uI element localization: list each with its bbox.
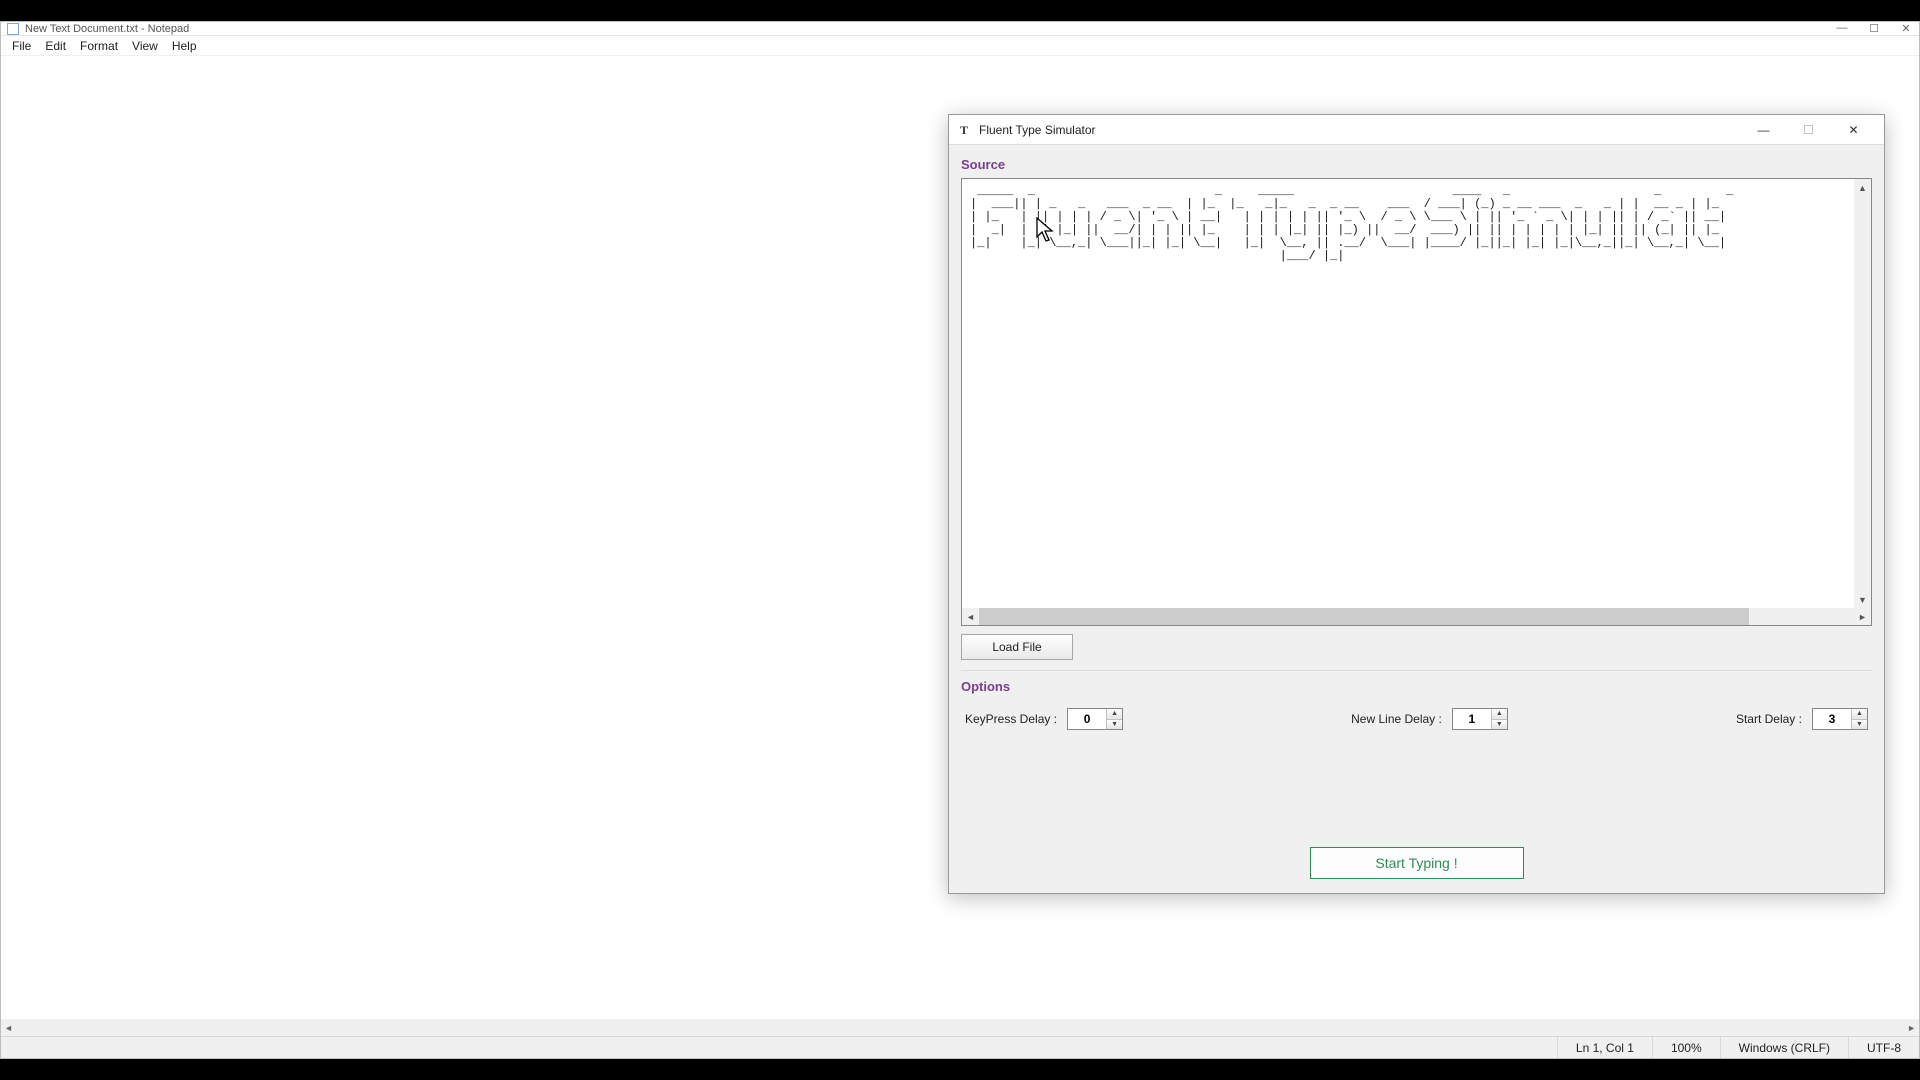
newline-delay-group: New Line Delay : ▲ ▼ (1351, 708, 1508, 730)
dialog-titlebar[interactable]: T Fluent Type Simulator — ☐ ✕ (949, 115, 1884, 145)
status-encoding: UTF-8 (1848, 1037, 1919, 1058)
spinner-up-icon[interactable]: ▲ (1492, 709, 1507, 720)
spinner-down-icon[interactable]: ▼ (1852, 720, 1867, 730)
notepad-window-controls: — ☐ ✕ (1835, 22, 1913, 35)
notepad-title: New Text Document.txt - Notepad (25, 23, 1835, 35)
start-delay-input[interactable] (1813, 709, 1851, 729)
scroll-left-icon[interactable]: ◄ (962, 608, 979, 625)
source-horizontal-scrollbar[interactable]: ◄ ► (962, 608, 1871, 625)
status-zoom: 100% (1652, 1037, 1720, 1058)
keypress-delay-input[interactable] (1068, 709, 1106, 729)
notepad-statusbar: Ln 1, Col 1 100% Windows (CRLF) UTF-8 (1, 1036, 1919, 1058)
status-position: Ln 1, Col 1 (1557, 1037, 1652, 1058)
dialog-app-icon: T (957, 123, 971, 137)
dialog-body: Source _____ _ _ _____ ____ _ _ _ | ___|… (961, 157, 1872, 833)
options-row: KeyPress Delay : ▲ ▼ New Line Delay : ▲ … (961, 708, 1872, 730)
options-section-label: Options (961, 679, 1872, 694)
keypress-delay-group: KeyPress Delay : ▲ ▼ (965, 708, 1123, 730)
notepad-menubar: File Edit Format View Help (1, 36, 1919, 56)
menu-view[interactable]: View (125, 37, 165, 55)
newline-delay-spinner[interactable]: ▲ ▼ (1452, 708, 1508, 730)
letterbox-bottom (0, 1059, 1920, 1080)
dialog-maximize-button: ☐ (1786, 115, 1831, 145)
dialog-title: Fluent Type Simulator (979, 123, 1741, 137)
load-file-button[interactable]: Load File (961, 634, 1073, 660)
source-vertical-scrollbar[interactable]: ▲ ▼ (1854, 179, 1871, 608)
start-delay-label: Start Delay : (1736, 712, 1802, 726)
spinner-up-icon[interactable]: ▲ (1107, 709, 1122, 720)
menu-edit[interactable]: Edit (38, 37, 73, 55)
scroll-right-icon[interactable]: ► (1854, 608, 1871, 625)
source-section-label: Source (961, 157, 1872, 172)
scroll-up-icon[interactable]: ▲ (1854, 179, 1871, 196)
section-separator (961, 670, 1872, 671)
menu-format[interactable]: Format (73, 37, 125, 55)
keypress-delay-spinner[interactable]: ▲ ▼ (1067, 708, 1123, 730)
notepad-horizontal-scrollbar[interactable]: ◄ ► (1, 1019, 1919, 1036)
spinner-down-icon[interactable]: ▼ (1107, 720, 1122, 730)
dialog-window-controls: — ☐ ✕ (1741, 115, 1876, 145)
maximize-button[interactable]: ☐ (1867, 22, 1881, 35)
start-typing-button[interactable]: Start Typing ! (1310, 847, 1524, 879)
scroll-thumb[interactable] (979, 608, 1749, 625)
menu-file[interactable]: File (5, 37, 38, 55)
minimize-button[interactable]: — (1835, 22, 1849, 35)
scroll-track[interactable] (979, 608, 1854, 625)
source-ascii-art: _____ _ _ _____ ____ _ _ _ | ___|| | _ _… (970, 185, 1871, 263)
spinner-up-icon[interactable]: ▲ (1852, 709, 1867, 720)
close-button[interactable]: ✕ (1899, 22, 1913, 35)
start-delay-spinner[interactable]: ▲ ▼ (1812, 708, 1868, 730)
scroll-left-icon[interactable]: ◄ (4, 1023, 13, 1033)
dialog-close-button[interactable]: ✕ (1831, 115, 1876, 145)
newline-delay-label: New Line Delay : (1351, 712, 1442, 726)
scroll-right-icon[interactable]: ► (1907, 1023, 1916, 1033)
letterbox-top (0, 0, 1920, 21)
start-delay-group: Start Delay : ▲ ▼ (1736, 708, 1868, 730)
notepad-titlebar[interactable]: New Text Document.txt - Notepad — ☐ ✕ (1, 22, 1919, 36)
status-line-ending: Windows (CRLF) (1720, 1037, 1848, 1058)
scroll-down-icon[interactable]: ▼ (1854, 591, 1871, 608)
fluent-type-simulator-dialog: T Fluent Type Simulator — ☐ ✕ Source ___… (948, 114, 1885, 894)
source-textbox[interactable]: _____ _ _ _____ ____ _ _ _ | ___|| | _ _… (961, 178, 1872, 626)
menu-help[interactable]: Help (165, 37, 204, 55)
keypress-delay-label: KeyPress Delay : (965, 712, 1057, 726)
notepad-icon (7, 23, 19, 35)
dialog-minimize-button[interactable]: — (1741, 115, 1786, 145)
newline-delay-input[interactable] (1453, 709, 1491, 729)
spinner-down-icon[interactable]: ▼ (1492, 720, 1507, 730)
